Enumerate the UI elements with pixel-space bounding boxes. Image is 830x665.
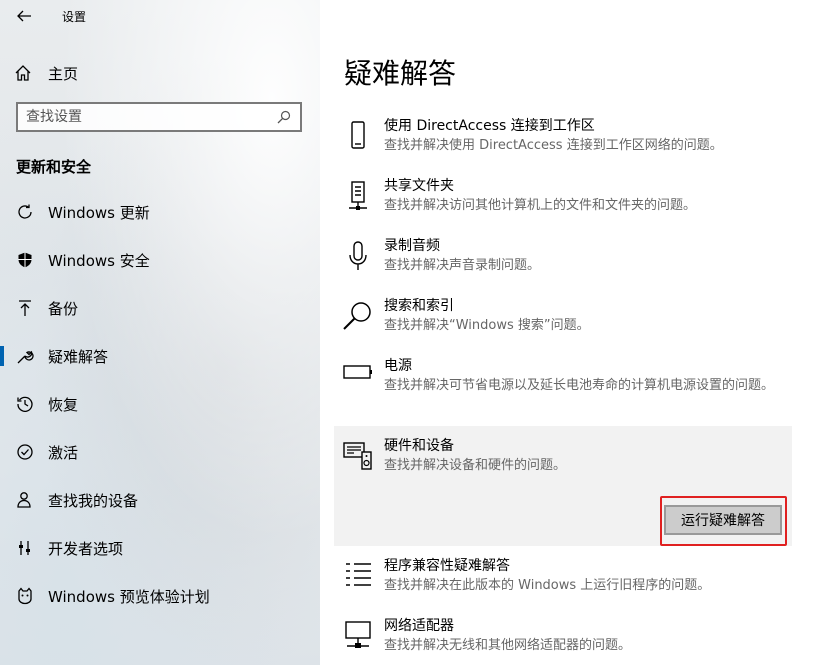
item-title: 录制音频: [384, 238, 440, 254]
troubleshooter-shared-folders[interactable]: 共享文件夹 查找并解决访问其他计算机上的文件和文件夹的问题。: [334, 176, 792, 216]
back-arrow-icon: [17, 10, 31, 22]
window-title: 设置: [62, 10, 87, 24]
troubleshooter-power[interactable]: 电源 查找并解决可节省电源以及延长电池寿命的计算机电源设置的问题。: [334, 356, 792, 396]
troubleshooter-program-compatibility[interactable]: 程序兼容性疑难解答 查找并解决在此版本的 Windows 上运行旧程序的问题。: [334, 556, 792, 596]
item-title: 硬件和设备: [384, 438, 454, 454]
sidebar-item-label: 查找我的设备: [48, 491, 139, 510]
run-troubleshooter-button[interactable]: 运行疑难解答: [664, 505, 782, 535]
sidebar-nav: Windows 更新 Windows 安全 备份 疑难解答 恢复 激活 查找我的…: [0, 188, 320, 620]
sidebar-item-recovery[interactable]: 恢复: [0, 380, 320, 428]
item-description: 查找并解决可节省电源以及延长电池寿命的计算机电源设置的问题。: [384, 378, 775, 393]
hardware-icon: [340, 440, 376, 476]
sidebar-item-find-my-device[interactable]: 查找我的设备: [0, 476, 320, 524]
item-description: 查找并解决无线和其他网络适配器的问题。: [384, 638, 632, 653]
person-icon: [14, 489, 36, 511]
insider-cat-icon: [14, 585, 36, 607]
title-bar: 设置: [0, 0, 320, 34]
monitor-network-icon: [340, 620, 376, 656]
recovery-icon: [14, 393, 36, 415]
sidebar-item-label: 备份: [48, 299, 79, 318]
troubleshooter-directaccess[interactable]: 使用 DirectAccess 连接到工作区 查找并解决使用 DirectAcc…: [334, 116, 792, 156]
item-title: 电源: [384, 358, 412, 374]
sidebar-item-label: Windows 更新: [48, 203, 150, 222]
search-input[interactable]: [18, 104, 272, 130]
sidebar: 设置 主页 更新和安全 Windows 更新 Windows 安全: [0, 0, 320, 665]
back-button[interactable]: [12, 4, 36, 28]
search-icon: [340, 300, 376, 336]
troubleshooter-search-indexing[interactable]: 搜索和索引 查找并解决“Windows 搜索”问题。: [334, 296, 792, 336]
search-icon[interactable]: [272, 105, 296, 129]
main-content: 疑难解答 使用 DirectAccess 连接到工作区 查找并解决使用 Dire…: [320, 0, 830, 665]
page-title: 疑难解答: [344, 57, 457, 90]
sync-icon: [14, 201, 36, 223]
sidebar-item-windows-insider[interactable]: Windows 预览体验计划: [0, 572, 320, 620]
search-box[interactable]: [16, 102, 302, 132]
item-title: 共享文件夹: [384, 178, 454, 194]
microphone-icon: [340, 240, 376, 276]
sidebar-item-label: Windows 预览体验计划: [48, 587, 210, 606]
sidebar-item-label: Windows 安全: [48, 251, 150, 270]
list-icon: [340, 560, 376, 596]
backup-arrow-icon: [14, 297, 36, 319]
item-description: 查找并解决在此版本的 Windows 上运行旧程序的问题。: [384, 578, 711, 593]
network-tower-icon: [340, 180, 376, 216]
item-description: 查找并解决“Windows 搜索”问题。: [384, 318, 590, 333]
item-title: 网络适配器: [384, 618, 454, 634]
sidebar-item-label: 恢复: [48, 395, 79, 414]
sidebar-item-label: 开发者选项: [48, 539, 124, 558]
item-description: 查找并解决设备和硬件的问题。: [384, 458, 567, 473]
section-title: 更新和安全: [16, 158, 92, 176]
sidebar-item-activation[interactable]: 激活: [0, 428, 320, 476]
sidebar-item-troubleshoot[interactable]: 疑难解答: [0, 332, 320, 380]
troubleshooter-recording-audio[interactable]: 录制音频 查找并解决声音录制问题。: [334, 236, 792, 276]
sidebar-item-windows-security[interactable]: Windows 安全: [0, 236, 320, 284]
item-title: 搜索和索引: [384, 298, 454, 314]
home-label: 主页: [48, 64, 79, 83]
wrench-icon: [14, 345, 36, 367]
sidebar-item-windows-update[interactable]: Windows 更新: [0, 188, 320, 236]
home-icon: [15, 65, 31, 81]
item-title: 程序兼容性疑难解答: [384, 558, 510, 574]
item-description: 查找并解决声音录制问题。: [384, 258, 541, 273]
sidebar-item-label: 激活: [48, 443, 79, 462]
sidebar-item-backup[interactable]: 备份: [0, 284, 320, 332]
phone-icon: [340, 120, 376, 156]
battery-icon: [340, 360, 376, 396]
item-description: 查找并解决使用 DirectAccess 连接到工作区网络的问题。: [384, 138, 723, 153]
shield-icon: [14, 249, 36, 271]
troubleshooter-network-adapter[interactable]: 网络适配器 查找并解决无线和其他网络适配器的问题。: [334, 616, 792, 656]
check-circle-icon: [14, 441, 36, 463]
item-description: 查找并解决访问其他计算机上的文件和文件夹的问题。: [384, 198, 697, 213]
developer-icon: [14, 537, 36, 559]
sidebar-item-developer-options[interactable]: 开发者选项: [0, 524, 320, 572]
home-link[interactable]: 主页: [14, 58, 78, 88]
sidebar-item-label: 疑难解答: [48, 347, 109, 366]
item-title: 使用 DirectAccess 连接到工作区: [384, 118, 595, 134]
